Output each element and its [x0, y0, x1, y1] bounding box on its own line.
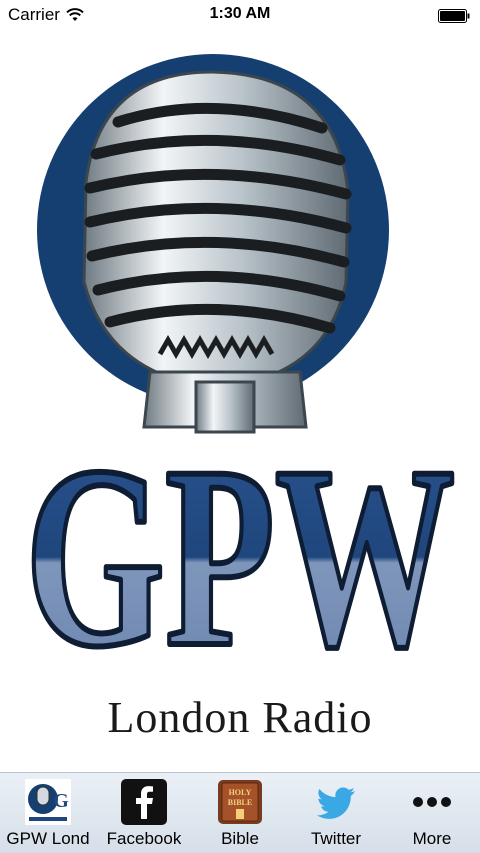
tab-facebook[interactable]: Facebook — [96, 773, 192, 853]
status-time: 1:30 AM — [209, 5, 271, 22]
tab-label: Twitter — [310, 829, 362, 848]
twitter-bird-icon — [313, 779, 359, 825]
gpw-logo-icon: G — [25, 779, 71, 825]
tab-label: Facebook — [106, 829, 182, 848]
svg-text:HOLY: HOLY — [229, 788, 252, 797]
logo-tagline: London Radio — [107, 693, 373, 742]
tab-label: More — [412, 829, 452, 848]
tab-bible[interactable]: HOLY BIBLE Bible — [192, 773, 288, 853]
microphone-logo-icon: GPW — [22, 54, 458, 704]
status-bar: Carrier 1:30 AM — [0, 0, 480, 32]
tab-label: GPW Lond — [6, 829, 90, 848]
tab-gpw-london[interactable]: G GPW Lond — [0, 773, 96, 853]
facebook-icon — [121, 779, 167, 825]
more-dots-icon — [409, 779, 455, 825]
battery-icon — [438, 9, 470, 23]
svg-text:BIBLE: BIBLE — [228, 798, 252, 807]
tab-twitter[interactable]: Twitter — [288, 773, 384, 853]
station-logo: GPW London Radio — [0, 32, 480, 772]
logo-letters: GPW — [25, 413, 455, 692]
tab-bar: G GPW Lond Facebook HOLY BIBLE Bible Twi… — [0, 772, 480, 853]
tab-more[interactable]: More — [384, 773, 480, 853]
tab-label: Bible — [221, 829, 259, 848]
svg-text:G: G — [53, 790, 69, 812]
bible-icon: HOLY BIBLE — [217, 779, 263, 825]
